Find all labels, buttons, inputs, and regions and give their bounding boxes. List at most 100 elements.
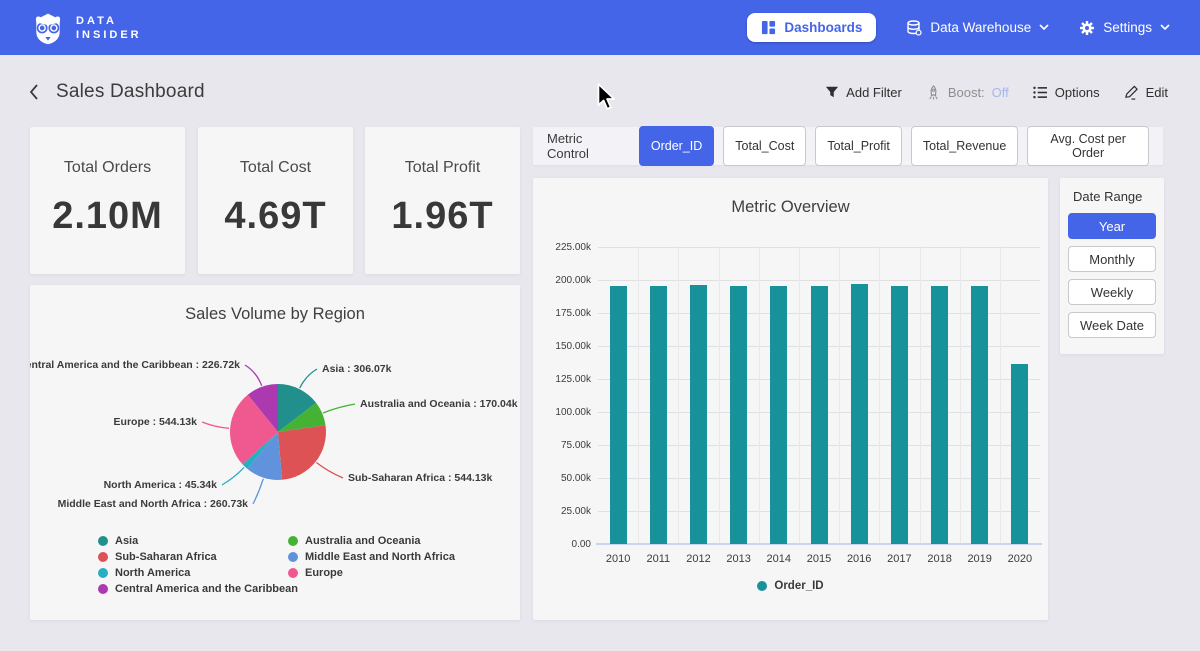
metric-option-total-cost[interactable]: Total_Cost xyxy=(723,126,806,166)
database-icon xyxy=(906,20,922,36)
date-range-option-weekly[interactable]: Weekly xyxy=(1068,279,1156,305)
pie-callout-label: Central America and the Caribbean : 226.… xyxy=(30,359,240,371)
nav-settings-button[interactable]: Settings xyxy=(1079,20,1170,36)
kpi-label: Total Cost xyxy=(240,159,311,177)
legend-label: Sub-Saharan Africa xyxy=(115,551,217,563)
pie-legend-item[interactable]: Sub-Saharan Africa xyxy=(98,549,298,564)
date-range-option-monthly[interactable]: Monthly xyxy=(1068,246,1156,272)
pencil-edit-icon xyxy=(1124,85,1139,100)
pie-legend-item[interactable]: Europe xyxy=(288,565,455,580)
kpi-card: Total Cost 4.69T xyxy=(198,127,353,274)
v-gridline xyxy=(960,247,961,544)
metric-option-total-profit[interactable]: Total_Profit xyxy=(815,126,902,166)
back-button[interactable] xyxy=(28,83,40,101)
pie-legend-item[interactable]: Australia and Oceania xyxy=(288,533,455,548)
bar-2017[interactable] xyxy=(891,286,908,544)
metric-option-total-revenue[interactable]: Total_Revenue xyxy=(911,126,1018,166)
legend-label: Australia and Oceania xyxy=(305,535,421,547)
bar-2018[interactable] xyxy=(931,286,948,544)
bar-legend-item[interactable]: Order_ID xyxy=(757,578,823,593)
date-range-option-week-date[interactable]: Week Date xyxy=(1068,312,1156,338)
nav-settings-label: Settings xyxy=(1103,20,1152,35)
y-axis-tick-label: 0.00 xyxy=(541,539,591,550)
date-range-option-year[interactable]: Year xyxy=(1068,213,1156,239)
v-gridline xyxy=(920,247,921,544)
x-axis-tick-label: 2012 xyxy=(678,553,718,565)
y-axis-tick-label: 150.00k xyxy=(541,341,591,352)
edit-button[interactable]: Edit xyxy=(1124,85,1168,100)
pie-legend-item[interactable]: Middle East and North Africa xyxy=(288,549,455,564)
pie-callout-line xyxy=(323,404,355,413)
bar-2014[interactable] xyxy=(770,286,787,544)
v-gridline xyxy=(678,247,679,544)
v-gridline xyxy=(799,247,800,544)
kpi-card: Total Profit 1.96T xyxy=(365,127,520,274)
top-nav: DATA INSIDER Dashboards xyxy=(0,0,1200,55)
legend-dot-icon xyxy=(288,568,298,578)
gear-icon xyxy=(1079,20,1095,36)
date-range-panel: Date Range YearMonthlyWeeklyWeek Date xyxy=(1060,178,1164,354)
pie-callout-label: Sub-Saharan Africa : 544.13k xyxy=(348,472,492,484)
pie-legend-item[interactable]: Central America and the Caribbean xyxy=(98,581,298,596)
bar-2012[interactable] xyxy=(690,285,707,545)
add-filter-label: Add Filter xyxy=(846,85,902,100)
pie-callout-label: North America : 45.34k xyxy=(104,479,218,491)
v-gridline xyxy=(759,247,760,544)
pie-callout-label: Asia : 306.07k xyxy=(322,363,392,375)
bar-2020[interactable] xyxy=(1011,364,1028,544)
x-axis-tick-label: 2020 xyxy=(1000,553,1040,565)
v-gridline xyxy=(879,247,880,544)
metric-control-bar: Metric Control Order_IDTotal_CostTotal_P… xyxy=(533,127,1163,165)
kpi-value: 2.10M xyxy=(52,195,163,238)
bar-2016[interactable] xyxy=(851,284,868,544)
nav-dashboards-button[interactable]: Dashboards xyxy=(747,13,876,42)
metric-option-avg-cost-per-order[interactable]: Avg. Cost per Order xyxy=(1027,126,1149,166)
pie-callout-label: Middle East and North Africa : 260.73k xyxy=(58,498,249,510)
metric-control-label: Metric Control xyxy=(547,131,626,161)
legend-dot-icon xyxy=(288,536,298,546)
date-range-buttons: Year Monthly Weekly Week Date xyxy=(1068,213,1156,338)
add-filter-button[interactable]: Add Filter xyxy=(825,85,902,100)
kpi-card: Total Orders 2.10M xyxy=(30,127,185,274)
v-gridline xyxy=(1000,247,1001,544)
options-button[interactable]: Options xyxy=(1033,85,1100,100)
pie-callout-line xyxy=(245,365,262,386)
header-actions: Add Filter Boost: Off Options xyxy=(825,78,1168,106)
kpi-label: Total Orders xyxy=(64,159,151,177)
app-window: DATA INSIDER Dashboards xyxy=(0,0,1200,651)
boost-toggle[interactable]: Boost: Off xyxy=(926,85,1009,100)
bar-2011[interactable] xyxy=(650,286,667,544)
brand-name: DATA INSIDER xyxy=(76,14,142,42)
y-axis-tick-label: 100.00k xyxy=(541,407,591,418)
kpi-value: 1.96T xyxy=(391,195,493,238)
nav-data-warehouse-button[interactable]: Data Warehouse xyxy=(906,20,1049,36)
nav-dashboards-label: Dashboards xyxy=(784,20,862,35)
legend-label: Middle East and North Africa xyxy=(305,551,455,563)
bar-chart-plot[interactable]: 225.00k200.00k175.00k150.00k125.00k100.0… xyxy=(533,178,1048,620)
bar-2010[interactable] xyxy=(610,286,627,544)
y-axis-tick-label: 200.00k xyxy=(541,275,591,286)
pie-callout-line xyxy=(202,422,229,428)
pie-legend-item[interactable]: Asia xyxy=(98,533,298,548)
y-axis-tick-label: 50.00k xyxy=(541,473,591,484)
pie-callout-line xyxy=(222,467,244,485)
x-axis-tick-label: 2010 xyxy=(598,553,638,565)
y-axis-tick-label: 25.00k xyxy=(541,506,591,517)
edit-label: Edit xyxy=(1146,85,1168,100)
bar-2015[interactable] xyxy=(811,286,828,544)
pie-legend-item[interactable]: North America xyxy=(98,565,298,580)
pie-callout-line xyxy=(253,479,263,504)
pie-slice-2[interactable] xyxy=(278,425,326,480)
legend-label: Order_ID xyxy=(774,580,823,592)
pie-callout-line xyxy=(316,463,343,479)
legend-dot-icon xyxy=(98,568,108,578)
brand-logo: DATA INSIDER xyxy=(30,10,142,46)
chevron-down-icon xyxy=(1039,24,1049,31)
kpi-label: Total Profit xyxy=(405,159,481,177)
kpi-value: 4.69T xyxy=(224,195,326,238)
legend-label: North America xyxy=(115,567,190,579)
legend-label: Asia xyxy=(115,535,138,547)
bar-2013[interactable] xyxy=(730,286,747,544)
bar-2019[interactable] xyxy=(971,286,988,544)
metric-option-order-id[interactable]: Order_ID xyxy=(639,126,714,166)
